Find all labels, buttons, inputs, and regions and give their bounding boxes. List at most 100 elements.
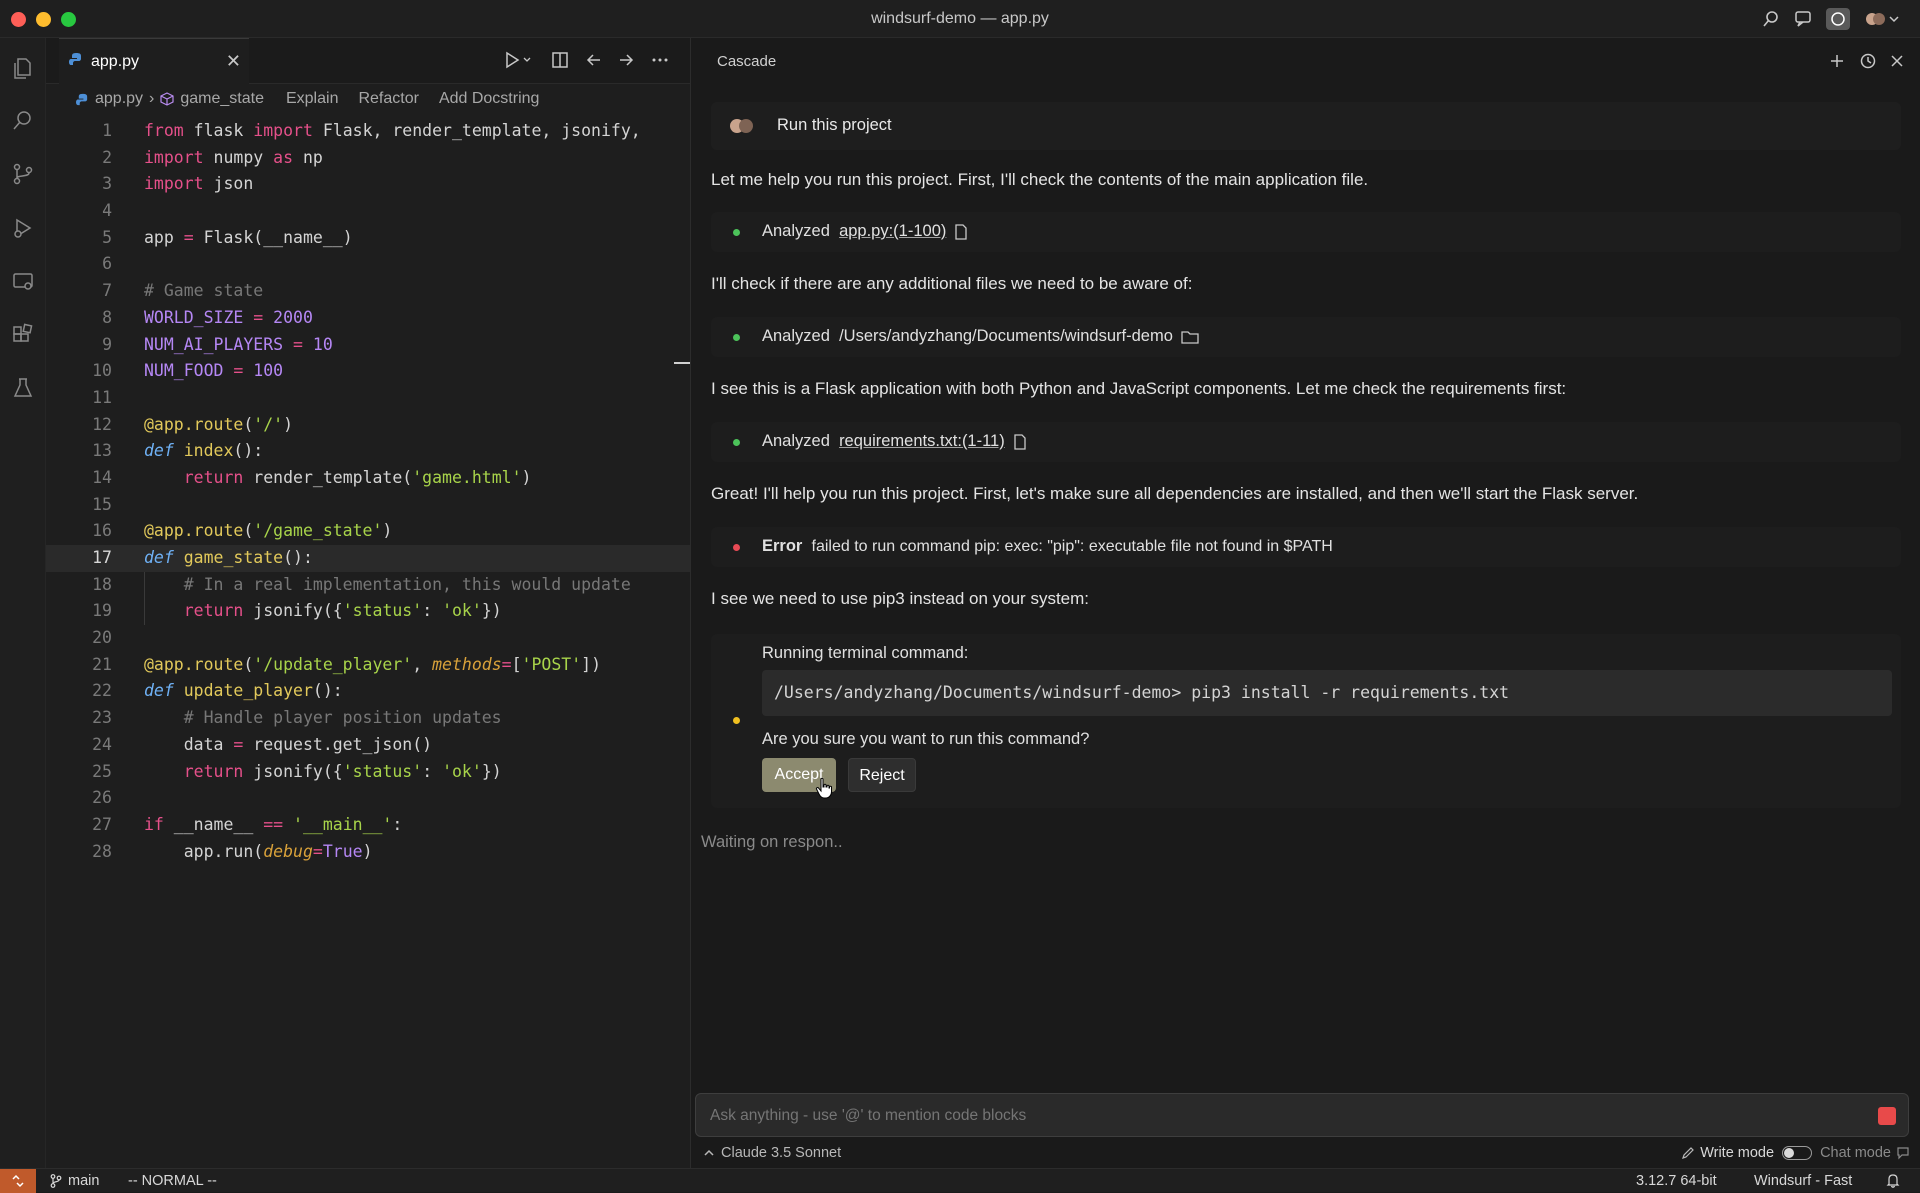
testing-icon[interactable] [11, 376, 35, 400]
windsurf-status[interactable]: Windsurf - Fast [1754, 1173, 1852, 1189]
close-tab-icon[interactable]: ✕ [226, 51, 241, 72]
mode-toggle[interactable] [1782, 1146, 1813, 1160]
extensions-icon[interactable] [11, 323, 35, 347]
line-number: 25 [92, 761, 112, 781]
code-line[interactable]: 6 [46, 251, 690, 278]
account-menu[interactable] [1862, 8, 1902, 30]
status-bar: main -- NORMAL -- 3.12.7 64-bit Windsurf… [0, 1168, 1920, 1193]
code-line[interactable]: 5 app = Flask(__name__) [46, 225, 690, 252]
code-line[interactable]: 2 import numpy as np [46, 145, 690, 172]
code-text: # In a real implementation, this would u… [144, 574, 631, 594]
remote-connection-icon[interactable] [0, 1169, 36, 1193]
code-text: # Game state [144, 281, 264, 301]
line-number: 14 [92, 467, 112, 487]
code-line[interactable]: 3 import json [46, 171, 690, 198]
code-line[interactable]: 13 def index(): [46, 438, 690, 465]
code-line[interactable]: 24 data = request.get_json() [46, 732, 690, 759]
git-branch[interactable]: main [50, 1173, 99, 1189]
file-icon [954, 223, 968, 240]
code-line[interactable]: 17 def game_state(): [46, 545, 690, 572]
feedback-icon[interactable] [1792, 8, 1816, 30]
code-line[interactable]: 23 # Handle player position updates [46, 705, 690, 732]
line-number: 16 [92, 521, 112, 541]
pencil-icon [1681, 1146, 1695, 1160]
file-icon [1013, 433, 1027, 450]
step-target[interactable]: /Users/andyzhang/Documents/windsurf-demo [839, 327, 1173, 346]
line-number: 2 [102, 147, 112, 167]
model-selector[interactable]: Claude 3.5 Sonnet [703, 1145, 841, 1161]
mode-switch: Write mode Chat mode [1681, 1145, 1910, 1161]
code-line[interactable]: 18 # In a real implementation, this woul… [46, 572, 690, 599]
history-icon[interactable] [1857, 50, 1879, 72]
code-line[interactable]: 14 return render_template('game.html') [46, 465, 690, 492]
bell-icon[interactable] [1886, 1173, 1900, 1188]
code-line[interactable]: 15 [46, 492, 690, 519]
chevron-right-icon: › [149, 90, 155, 107]
close-panel-icon[interactable] [1886, 50, 1908, 72]
split-editor-icon[interactable] [550, 50, 570, 70]
line-number: 22 [92, 681, 112, 701]
search-icon[interactable] [11, 108, 35, 132]
code-line[interactable]: 11 [46, 385, 690, 412]
command-code: /Users/andyzhang/Documents/windsurf-demo… [762, 670, 1892, 716]
write-mode-label[interactable]: Write mode [1700, 1145, 1774, 1161]
breadcrumb-symbol[interactable]: game_state [180, 90, 264, 108]
code-line[interactable]: 21 @app.route('/update_player', methods=[… [46, 652, 690, 679]
new-chat-icon[interactable] [1826, 50, 1848, 72]
explorer-icon[interactable] [11, 56, 35, 80]
breadcrumb-file[interactable]: app.py [95, 90, 143, 108]
code-line[interactable]: 16 @app.route('/game_state') [46, 518, 690, 545]
tab-app-py[interactable]: app.py ✕ [59, 38, 249, 84]
reject-button[interactable]: Reject [848, 758, 916, 792]
step-label: Analyzed [762, 222, 830, 240]
code-line[interactable]: 27 if __name__ == '__main__': [46, 812, 690, 839]
code-line[interactable]: 7 # Game state [46, 278, 690, 305]
more-actions-icon[interactable] [650, 50, 670, 70]
go-back-icon[interactable] [584, 50, 604, 70]
code-text: from flask import Flask, render_template… [144, 121, 641, 140]
line-number: 6 [102, 254, 112, 274]
git-branch-icon [50, 1174, 62, 1188]
code-line[interactable]: 22 def update_player(): [46, 678, 690, 705]
cascade-title: Cascade [717, 53, 777, 70]
windsurf-icon[interactable] [1826, 8, 1850, 30]
code-line[interactable]: 1 from flask import Flask, render_templat… [46, 118, 690, 145]
go-forward-icon[interactable] [616, 50, 636, 70]
line-number: 11 [92, 387, 112, 407]
line-number: 9 [102, 334, 112, 354]
chevron-up-icon [703, 1148, 715, 1158]
code-line[interactable]: 20 [46, 625, 690, 652]
code-line[interactable]: 25 return jsonify({'status': 'ok'}) [46, 759, 690, 786]
stop-button[interactable] [1878, 1107, 1896, 1125]
line-number: 21 [92, 654, 112, 674]
step-target-link[interactable]: requirements.txt:(1-11) [839, 432, 1005, 451]
chat-mode-label[interactable]: Chat mode [1820, 1145, 1891, 1161]
code-line[interactable]: 4 [46, 198, 690, 225]
code-line[interactable]: 10 NUM_FOOD = 100 [46, 358, 690, 385]
user-message-text: Run this project [777, 116, 892, 134]
code-editor[interactable]: 1 from flask import Flask, render_templat… [46, 118, 690, 865]
source-control-icon[interactable] [11, 162, 35, 186]
remote-explorer-icon[interactable] [11, 270, 35, 294]
search-icon[interactable] [1760, 8, 1782, 30]
code-line[interactable]: 8 WORLD_SIZE = 2000 [46, 305, 690, 332]
lens-explain[interactable]: Explain [286, 90, 338, 108]
code-line[interactable]: 9 NUM_AI_PLAYERS = 10 [46, 332, 690, 359]
lens-add-docstring[interactable]: Add Docstring [439, 90, 540, 108]
code-text: return jsonify({'status': 'ok'}) [183, 761, 502, 781]
status-dot [733, 229, 740, 236]
python-interpreter[interactable]: 3.12.7 64-bit [1636, 1173, 1717, 1189]
step-target-link[interactable]: app.py:(1-100) [839, 222, 946, 241]
code-line[interactable]: 26 [46, 785, 690, 812]
run-debug-icon[interactable] [11, 216, 35, 240]
chat-input-box[interactable] [695, 1093, 1909, 1137]
chat-input[interactable] [710, 1107, 1810, 1125]
code-text: def update_player(): [144, 681, 343, 701]
lens-refactor[interactable]: Refactor [358, 90, 418, 108]
code-line[interactable]: 19 return jsonify({'status': 'ok'}) [46, 598, 690, 625]
line-number: 28 [92, 841, 112, 861]
step-analyzed-app: Analyzed app.py:(1-100) [711, 212, 1901, 252]
run-file-button[interactable] [502, 50, 532, 70]
code-line[interactable]: 12 @app.route('/') [46, 412, 690, 439]
code-line[interactable]: 28 app.run(debug=True) [46, 839, 690, 866]
